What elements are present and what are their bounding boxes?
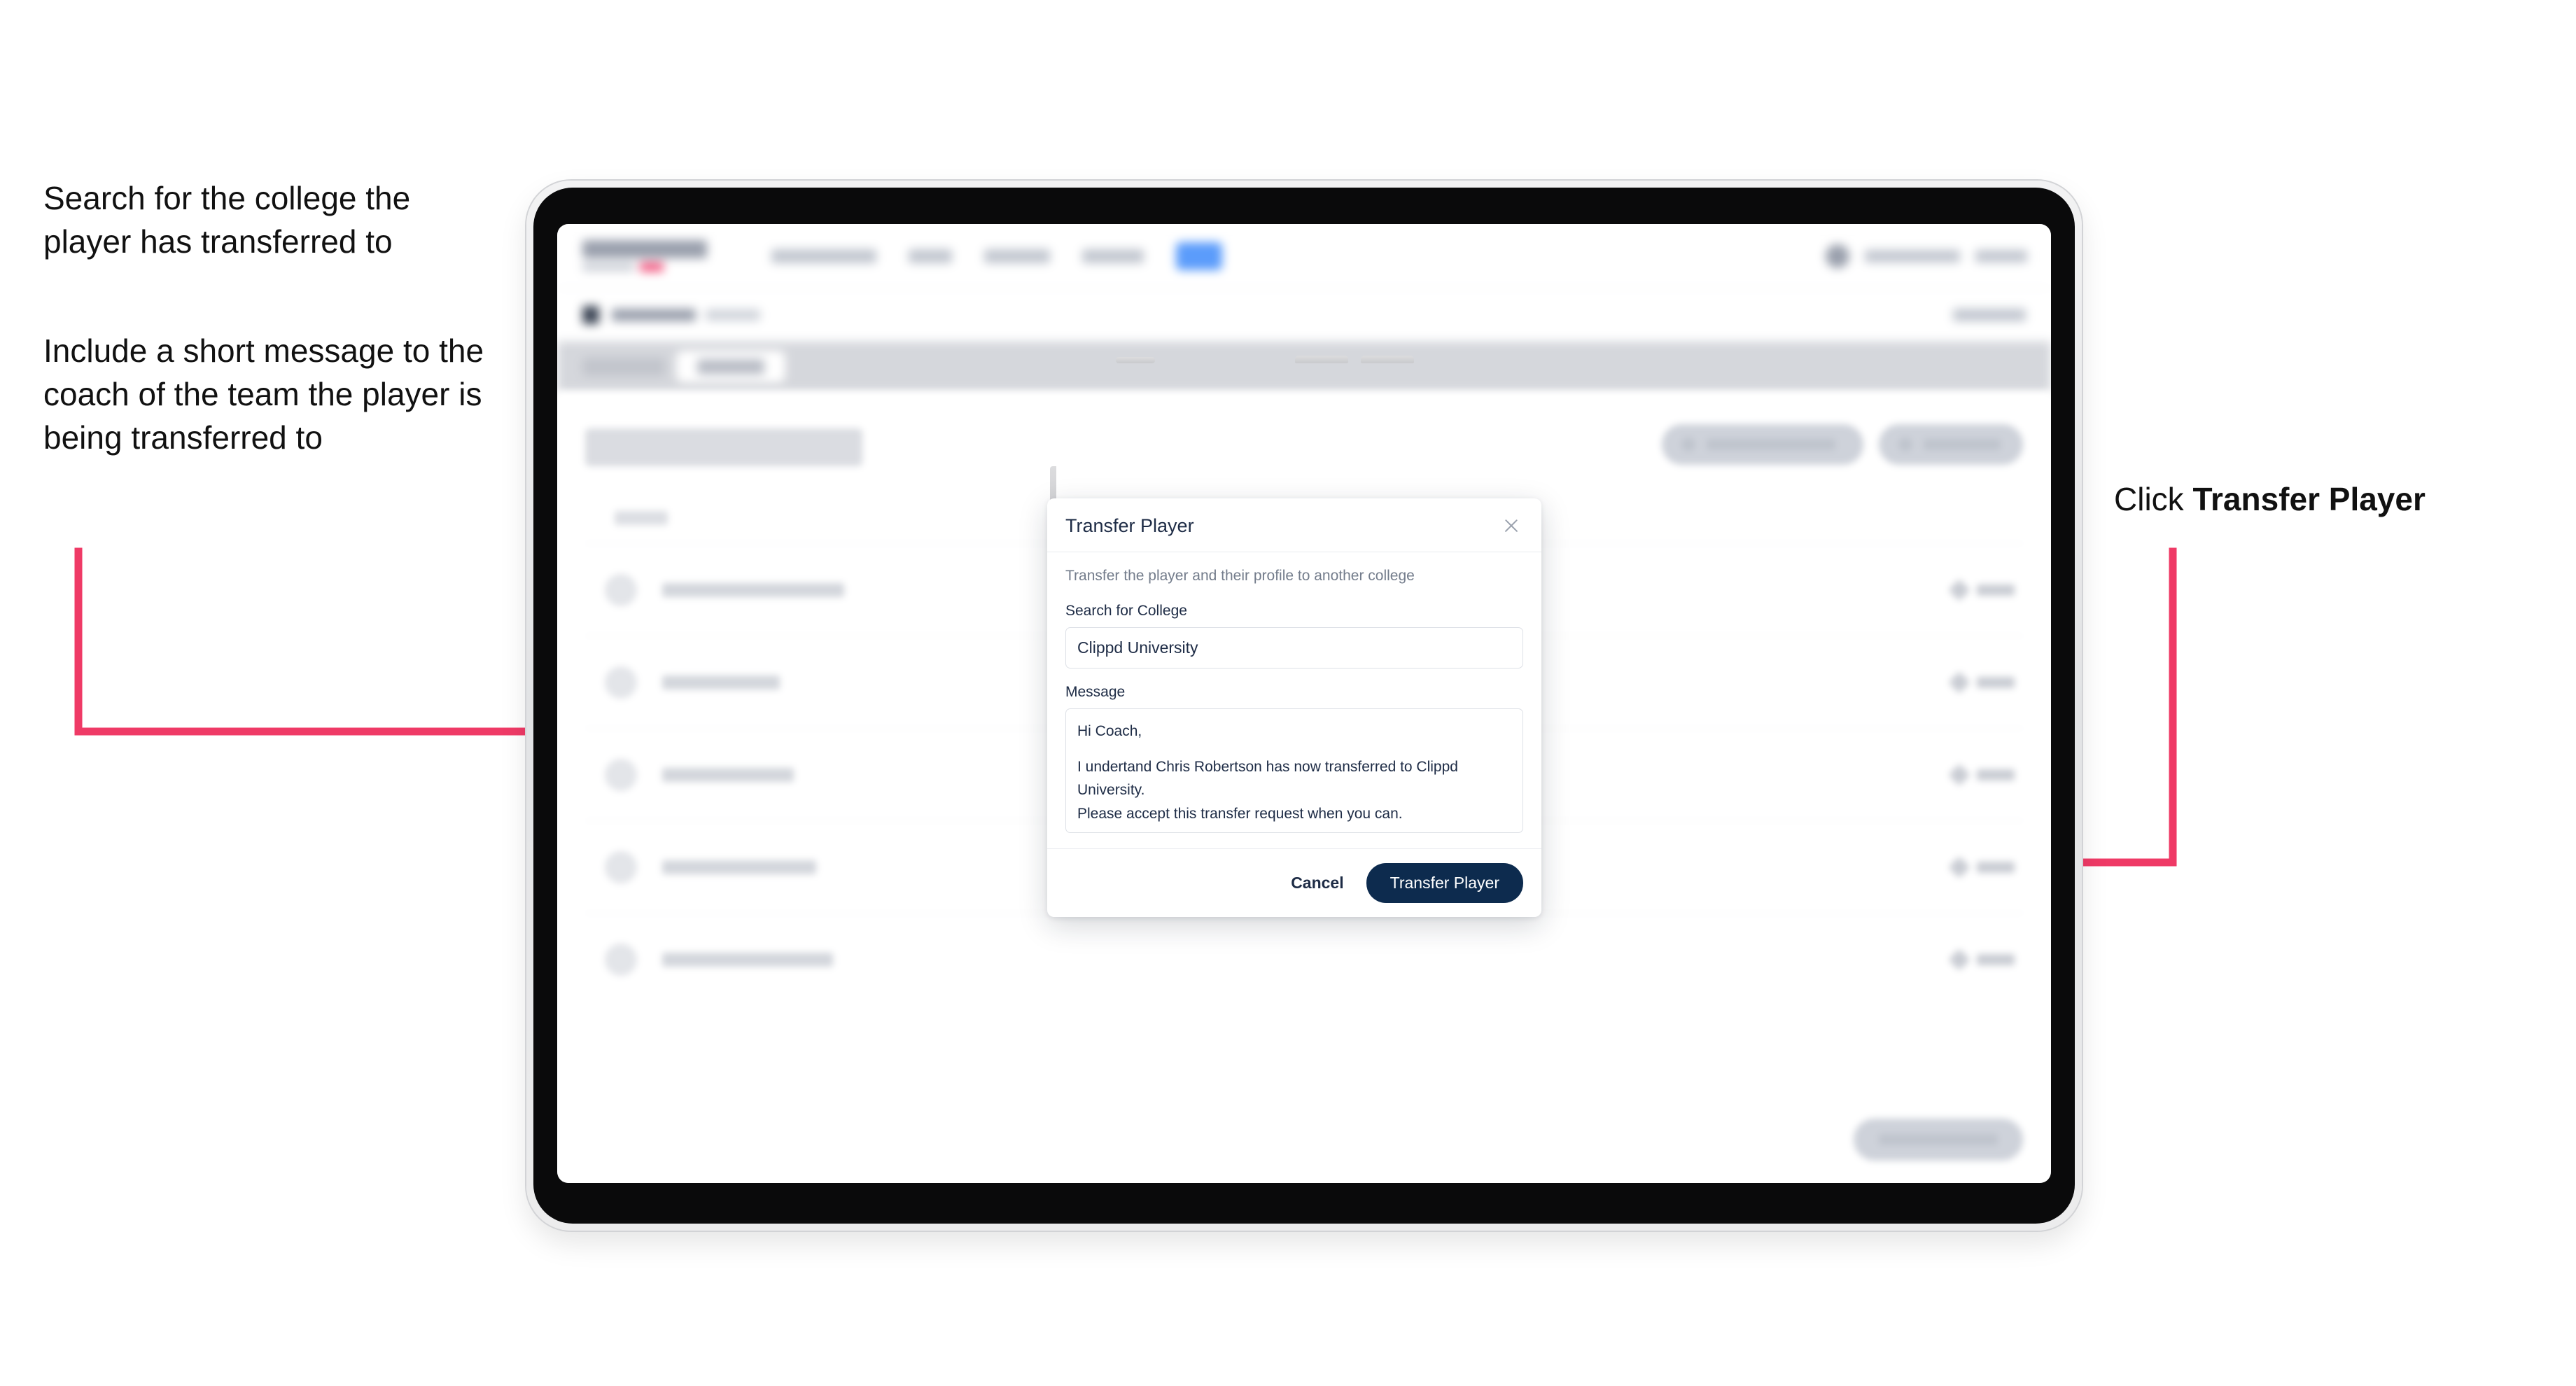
message-line-1: Hi Coach,	[1077, 723, 1142, 739]
close-icon[interactable]	[1499, 514, 1523, 538]
edit-player-link[interactable]	[1948, 578, 2015, 601]
edit-player-link[interactable]	[1948, 763, 2015, 786]
screenshot-canvas: Search for the college the player has tr…	[0, 0, 2576, 1386]
page-header-actions	[1662, 424, 2023, 465]
avatar	[605, 943, 637, 976]
section-tabbar	[557, 342, 2051, 392]
volume-up-button[interactable]	[1295, 356, 1348, 363]
tab-roster[interactable]	[676, 351, 785, 383]
message-field-label: Message	[1065, 684, 1126, 700]
dialog-body: Transfer the player and their profile to…	[1047, 552, 1541, 848]
pencil-icon	[1948, 855, 1970, 878]
avatar	[605, 850, 637, 883]
app-logo	[582, 240, 707, 272]
annotation-include-message: Include a short message to the coach of …	[43, 332, 493, 456]
avatar	[605, 573, 637, 606]
pencil-icon	[1948, 948, 1970, 971]
annotation-click-bold: Transfer Player	[2192, 481, 2426, 517]
avatar	[605, 666, 637, 699]
search-college-input[interactable]	[1065, 627, 1523, 668]
add-player-button[interactable]	[1879, 424, 2023, 465]
sign-out-link[interactable]	[1975, 249, 2027, 262]
dialog-title: Transfer Player	[1065, 514, 1194, 536]
annotation-click-transfer: Click Transfer Player	[2114, 477, 2548, 521]
nav-item[interactable]	[1082, 248, 1144, 263]
breadcrumb-secondary	[706, 309, 760, 321]
annotation-click-prefix: Click	[2114, 481, 2193, 517]
player-name	[662, 767, 794, 782]
avatar[interactable]	[1826, 244, 1849, 268]
nav-item-active[interactable]	[1176, 241, 1222, 270]
dialog-description: Transfer the player and their profile to…	[1065, 568, 1415, 584]
message-line-2: I undertand Chris Robertson has now tran…	[1077, 759, 1458, 799]
edit-player-link[interactable]	[1948, 855, 2015, 878]
breadcrumb-bar	[557, 288, 2051, 342]
dialog-footer: Cancel Transfer Player	[1047, 848, 1541, 917]
volume-down-button[interactable]	[1361, 356, 1414, 363]
edit-player-link[interactable]	[1948, 948, 2015, 971]
app-chrome-blurred	[557, 224, 2051, 392]
page-title	[585, 428, 862, 466]
request-player-transfer-button[interactable]	[1662, 424, 1863, 465]
pencil-icon	[1948, 671, 1970, 694]
player-name	[662, 582, 844, 597]
nav-item[interactable]	[909, 248, 952, 263]
page-header	[585, 424, 2023, 466]
message-textarea[interactable]: Hi Coach, I undertand Chris Robertson ha…	[1065, 708, 1523, 833]
cancel-button[interactable]: Cancel	[1288, 868, 1346, 898]
pencil-icon	[1948, 578, 1970, 601]
message-line-3: Please accept this transfer request when…	[1077, 805, 1403, 822]
edit-player-link[interactable]	[1948, 671, 2015, 694]
college-field-label: Search for College	[1065, 603, 1187, 619]
tab-inactive[interactable]	[582, 358, 665, 376]
avatar	[605, 758, 637, 791]
player-name	[662, 860, 816, 874]
app-top-navbar	[557, 224, 2051, 288]
player-name	[662, 675, 780, 690]
table-row[interactable]	[585, 913, 2023, 1005]
breadcrumb-action[interactable]	[1953, 308, 2026, 321]
nav-user-area	[1826, 244, 2027, 268]
transfer-player-button[interactable]: Transfer Player	[1366, 863, 1523, 903]
power-button[interactable]	[1116, 357, 1155, 363]
pencil-icon	[1948, 763, 1970, 786]
breadcrumb-icon	[582, 305, 599, 324]
annotation-search-college: Search for the college the player has tr…	[43, 180, 419, 260]
primary-nav	[771, 241, 1222, 270]
player-name	[662, 952, 833, 967]
nav-item[interactable]	[984, 248, 1050, 263]
transfer-player-dialog: Transfer Player Transfer the player and …	[1047, 498, 1541, 917]
breadcrumb-primary[interactable]	[612, 308, 696, 321]
save-roster-button[interactable]	[1854, 1119, 2023, 1161]
roster-column-header	[615, 511, 668, 525]
dialog-header: Transfer Player	[1047, 498, 1541, 552]
nav-item[interactable]	[771, 248, 876, 263]
user-email	[1865, 249, 1960, 262]
